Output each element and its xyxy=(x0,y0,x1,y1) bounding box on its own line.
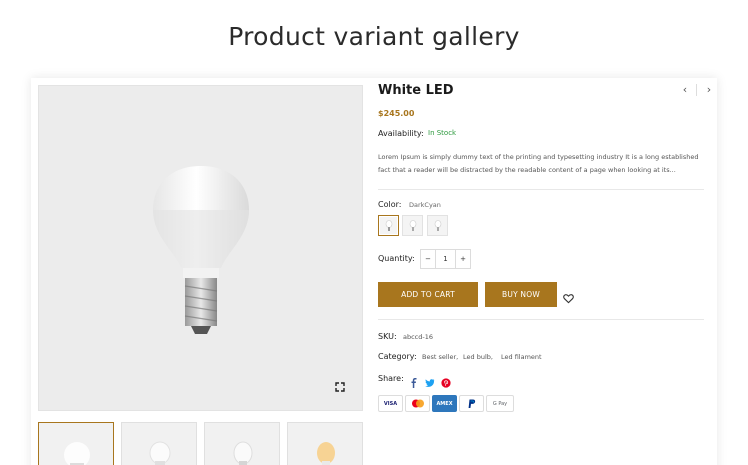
thumbnail-white-bulb-side[interactable] xyxy=(204,422,280,465)
section-divider xyxy=(378,189,704,190)
swatch-bulb-icon xyxy=(385,219,392,231)
thumbnail-white-bulb-front[interactable] xyxy=(121,422,197,465)
sku-label: SKU: xyxy=(378,332,397,341)
quantity-input[interactable]: 1 xyxy=(435,250,456,268)
variant-swatch-3[interactable] xyxy=(427,215,448,236)
quantity-decrease-button[interactable]: − xyxy=(421,250,435,268)
mastercard-icon xyxy=(405,395,430,412)
swatch-bulb-icon xyxy=(434,219,441,231)
visa-icon: VISA xyxy=(378,395,403,412)
thumbnail-bulb-image xyxy=(233,441,253,465)
thumbnail-bulb-image xyxy=(64,442,90,465)
nav-divider xyxy=(696,84,697,96)
category-link-led-filament[interactable]: Led filament xyxy=(501,353,542,361)
chevron-right-icon[interactable]: › xyxy=(702,83,716,97)
page-heading: Product variant gallery xyxy=(228,22,520,51)
thumbnail-strip xyxy=(38,422,364,465)
facebook-icon[interactable] xyxy=(409,373,419,388)
amex-icon: AMEX xyxy=(432,395,457,412)
google-pay-icon: G Pay xyxy=(486,395,514,412)
category-label: Category: xyxy=(378,352,417,361)
thumbnail-bulb-image xyxy=(317,442,335,465)
category-link-led-bulb[interactable]: Led bulb, xyxy=(463,353,493,361)
quantity-increase-button[interactable]: + xyxy=(456,250,470,268)
quantity-stepper: − 1 + xyxy=(420,249,471,269)
sku-value: abccd-16 xyxy=(403,333,433,341)
chevron-left-icon[interactable]: ‹ xyxy=(678,83,692,97)
product-price: $245.00 xyxy=(378,109,415,118)
availability-label: Availability: xyxy=(378,129,424,138)
color-label: Color: xyxy=(378,200,402,209)
section-divider xyxy=(378,319,704,320)
bulb-image xyxy=(153,166,249,334)
quantity-label: Quantity: xyxy=(378,254,415,263)
twitter-icon[interactable] xyxy=(425,373,435,387)
add-to-cart-button[interactable]: ADD TO CART xyxy=(378,282,478,307)
variant-swatch-2[interactable] xyxy=(402,215,423,236)
paypal-icon xyxy=(459,395,484,412)
heart-icon[interactable] xyxy=(563,289,574,304)
category-link-best-seller[interactable]: Best seller, xyxy=(422,353,458,361)
product-title: White LED xyxy=(378,83,454,98)
pinterest-icon[interactable] xyxy=(441,373,451,388)
color-value: DarkCyan xyxy=(409,201,441,209)
product-main-image[interactable] xyxy=(38,85,363,411)
thumbnail-bulb-image xyxy=(149,441,171,465)
share-label: Share: xyxy=(378,374,404,383)
swatch-bulb-icon xyxy=(409,219,416,231)
thumbnail-white-bulb[interactable] xyxy=(38,422,114,465)
variant-swatch-1[interactable] xyxy=(378,215,399,236)
zoom-icon[interactable] xyxy=(329,376,351,398)
thumbnail-warm-bulb[interactable] xyxy=(287,422,363,465)
product-description: Lorem Ipsum is simply dummy text of the … xyxy=(378,153,699,174)
buy-now-button[interactable]: BUY NOW xyxy=(485,282,557,307)
availability-status: In Stock xyxy=(428,129,457,137)
product-navigation: ‹ › xyxy=(678,83,716,97)
